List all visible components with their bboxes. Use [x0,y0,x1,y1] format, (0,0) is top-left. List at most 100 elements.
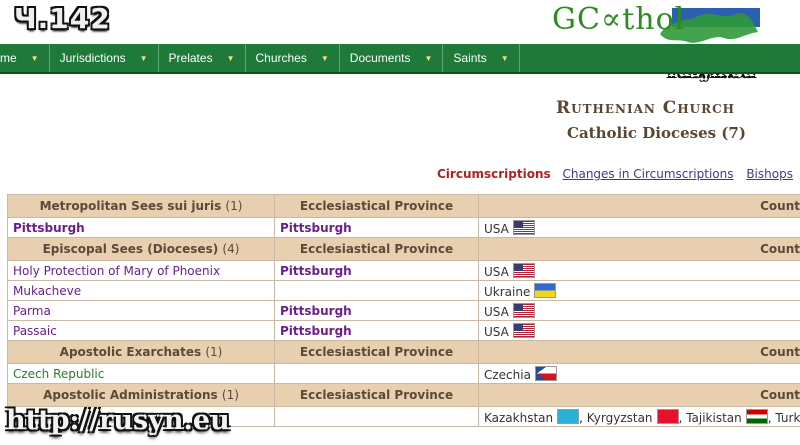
chevron-down-icon: ▼ [30,53,39,63]
country-name: USA [484,264,509,279]
province-cell: Pittsburgh [274,300,479,321]
tajikistan-flag-icon [745,408,768,424]
watermark-bottom: http://rusyn.eu [6,405,230,436]
chevron-down-icon: ▼ [424,53,433,63]
dioceses-table: Metropolitan Sees sui juris (1) Ecclesia… [7,194,800,427]
nav-item-jurisdictions[interactable]: Jurisdictions ▼ [50,44,159,72]
ukraine-flag-icon [534,282,557,298]
usa-flag-icon [512,219,535,235]
page-title: Ruthenian Church [556,98,735,118]
nav-label: me [0,51,17,65]
logo-mid: ∝ [600,2,623,37]
kazakhstan-flag-icon [557,408,580,424]
country-cell: USA [478,260,800,281]
country-name: Tajikistan [686,410,742,425]
diocese-cell: Passaic [7,320,275,341]
diocese-cell: Pittsburgh [7,217,275,238]
nav-item-documents[interactable]: Documents ▼ [340,44,444,72]
chevron-down-icon: ▼ [500,53,509,63]
header-label: Metropolitan Sees sui juris [39,199,222,213]
nav-item-prelates[interactable]: Prelates ▼ [159,44,246,72]
chevron-down-icon: ▼ [226,53,235,63]
country-cell: USA [478,300,800,321]
header-country: Count [478,340,800,364]
header-cell: Apostolic Administrations (1) [7,383,275,407]
diocese-link[interactable]: Passaic [13,324,57,338]
section-header-exarchates: Apostolic Exarchates (1) Ecclesiastical … [7,340,800,364]
diocese-link[interactable]: Pittsburgh [13,221,85,235]
link-changes[interactable]: Changes in Circumscriptions [562,167,733,181]
province-link[interactable]: Pittsburgh [280,221,352,235]
diocese-link[interactable]: Parma [13,304,51,318]
header-cell: Apostolic Exarchates (1) [7,340,275,364]
diocese-link[interactable]: Czech Republic [13,367,104,381]
table-row: Passaic Pittsburgh USA [7,320,800,341]
header-cell: Episcopal Sees (Dioceses) (4) [7,237,275,261]
logo-prefix: GC [552,2,601,37]
diocese-cell: Parma [7,300,275,321]
diocese-cell: Mukacheve [7,280,275,301]
country-name: USA [484,304,509,319]
country-cell: Czechia [478,363,800,384]
logo-suffix: thol [622,2,686,37]
nav-label: Jurisdictions [59,51,126,65]
province-cell: Pittsburgh [274,217,479,238]
section-header-metropolitan: Metropolitan Sees sui juris (1) Ecclesia… [7,194,800,218]
nav-item-saints[interactable]: Saints ▼ [443,44,520,72]
country-cell: Ukraine [478,280,800,301]
country-name: Czechia [484,367,531,382]
country-name: Kyrgyzstan [586,410,653,425]
nav-item-home[interactable]: me ▼ [0,44,50,72]
section-header-episcopal: Episcopal Sees (Dioceses) (4) Ecclesiast… [7,237,800,261]
diocese-link[interactable]: Holy Protection of Mary of Phoenix [13,264,220,278]
country-name: Kazakhstan [484,410,554,425]
province-link[interactable]: Pittsburgh [280,264,352,278]
chevron-down-icon: ▼ [320,53,329,63]
header-count: (1) [205,345,223,359]
table-row: Holy Protection of Mary of Phoenix Pitts… [7,260,800,281]
province-link[interactable]: Pittsburgh [280,324,352,338]
page-subtitle: Catholic Dioceses (7) [567,124,746,142]
gcatholic-logo[interactable]: GC∝thol [552,2,685,37]
diocese-link[interactable]: Mukacheve [13,284,81,298]
header-country: Count [478,383,800,407]
province-cell [274,363,479,384]
header-count: (1) [225,199,243,213]
nav-item-churches[interactable]: Churches ▼ [246,44,340,72]
subnav-links: Circumscriptions Changes in Circumscript… [437,167,800,181]
diocese-cell: Czech Republic [7,363,275,384]
country-name: USA [484,221,509,236]
nav-label: Documents [349,51,411,65]
country-cell: Kazakhstan, Kyrgyzstan, Tajikistan, Turk… [478,406,800,427]
nav-label: Prelates [168,51,213,65]
country-cell: USA [478,217,800,238]
kyrgyzstan-flag-icon [656,408,679,424]
usa-flag-icon [512,322,535,338]
header-province: Ecclesiastical Province [274,340,479,364]
watermark-top: Ч.142 [14,2,111,35]
link-circumscriptions[interactable]: Circumscriptions [437,167,551,181]
main-nav: me ▼ Jurisdictions ▼ Prelates ▼ Churches ▼ D… [0,44,800,74]
province-cell: Pittsburgh [274,320,479,341]
usa-flag-icon [512,262,535,278]
country-name: Ukraine [484,284,531,299]
table-row: Parma Pittsburgh USA [7,300,800,321]
link-bishops[interactable]: Bishops [746,167,793,181]
header-count: (4) [222,242,240,256]
header-label: Episcopal Sees (Dioceses) [42,242,219,256]
table-row: Czech Republic Czechia [7,363,800,384]
country-name: Turkm [775,410,800,425]
header-province: Ecclesiastical Province [274,237,479,261]
header-label: Apostolic Administrations [43,388,218,402]
nav-label: Churches [255,51,307,65]
header-cell: Metropolitan Sees sui juris (1) [7,194,275,218]
header-province: Ecclesiastical Province [274,383,479,407]
header-country: Count [478,194,800,218]
section-header-administrations: Apostolic Administrations (1) Ecclesiast… [7,383,800,407]
header-province: Ecclesiastical Province [274,194,479,218]
header-label: Apostolic Exarchates [59,345,202,359]
diocese-cell: Holy Protection of Mary of Phoenix [7,260,275,281]
province-link[interactable]: Pittsburgh [280,304,352,318]
province-cell: Pittsburgh [274,260,479,281]
usa-flag-icon [512,302,535,318]
